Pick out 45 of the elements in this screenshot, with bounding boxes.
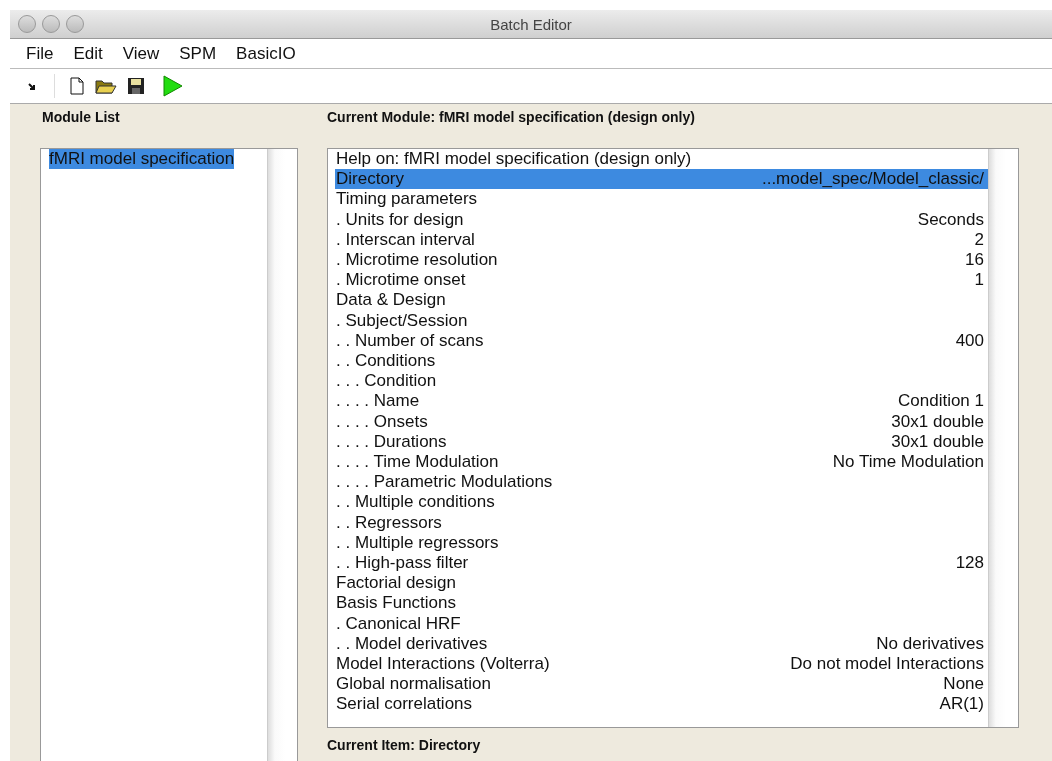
list-item[interactable]: . . Model derivatives No derivatives [335, 633, 988, 655]
run-icon[interactable] [163, 75, 183, 97]
close-button[interactable] [18, 15, 36, 33]
list-item[interactable]: Model Interactions (Volterra) Do not model Interactions [335, 654, 988, 675]
minimize-button[interactable] [42, 15, 60, 33]
list-item[interactable]: . . . . Onsets 30x1 double [335, 411, 988, 432]
list-item[interactable]: . Canonical HRF [335, 613, 988, 634]
folder-icon[interactable] [95, 77, 117, 95]
list-item[interactable]: . Microtime resolution 16 [335, 250, 988, 271]
list-item[interactable]: . Units for design Seconds [335, 209, 988, 230]
list-item[interactable]: Data & Design [335, 290, 988, 311]
menu-item[interactable]: SPM [169, 43, 227, 64]
menu-item[interactable]: Edit [63, 43, 113, 64]
list-item[interactable]: . Subject/Session [335, 310, 988, 331]
list-item[interactable]: . . Number of scans 400 [335, 330, 988, 352]
module-item[interactable]: fMRI model specification [49, 149, 235, 169]
list-item[interactable]: Global normalisation None [335, 674, 988, 695]
panel-heading: Current Module: fMRI model specification (design only) [327, 108, 695, 126]
window-title: Batch Editor [490, 15, 572, 33]
menu-item[interactable]: File [16, 43, 64, 64]
panel-heading: Module List [42, 108, 120, 126]
list-item[interactable]: . Interscan interval 2 [335, 229, 988, 250]
new-file-icon[interactable] [69, 77, 85, 95]
list-item[interactable]: . . Multiple regressors [335, 532, 988, 554]
list-item[interactable]: . . Conditions [335, 351, 988, 372]
list-item[interactable]: . . . . Name Condition 1 [335, 391, 988, 412]
list-item[interactable]: Timing parameters [335, 189, 988, 210]
list-item[interactable]: . Microtime onset 1 [335, 270, 988, 291]
list-item[interactable]: . . Multiple conditions [335, 492, 988, 513]
list-item[interactable]: . . . Condition [335, 371, 988, 392]
list-item[interactable]: . . . . Parametric Modulations [335, 472, 988, 493]
menu-item[interactable]: BasicIO [226, 43, 306, 64]
list-item[interactable]: Directory ...model_spec/Model_classic/ [335, 169, 988, 190]
list-item[interactable]: . . . . Durations 30x1 double [335, 431, 988, 453]
menu-item[interactable]: View [112, 43, 170, 64]
list-item[interactable]: Serial correlations AR(1) [335, 694, 988, 715]
status-label: Current Item: Directory [327, 736, 481, 754]
list-item[interactable]: Basis Functions [335, 593, 988, 614]
zoom-button[interactable] [66, 15, 84, 33]
save-icon[interactable] [127, 77, 145, 95]
list-item[interactable]: . . High-pass filter 128 [335, 553, 988, 574]
list-item[interactable]: . . . . Time Modulation No Time Modulation [335, 452, 988, 473]
list-item[interactable]: . . Regressors [335, 512, 988, 533]
list-item[interactable]: Factorial design [335, 573, 988, 594]
list-item[interactable]: Help on: fMRI model specification (design only) [335, 149, 988, 170]
